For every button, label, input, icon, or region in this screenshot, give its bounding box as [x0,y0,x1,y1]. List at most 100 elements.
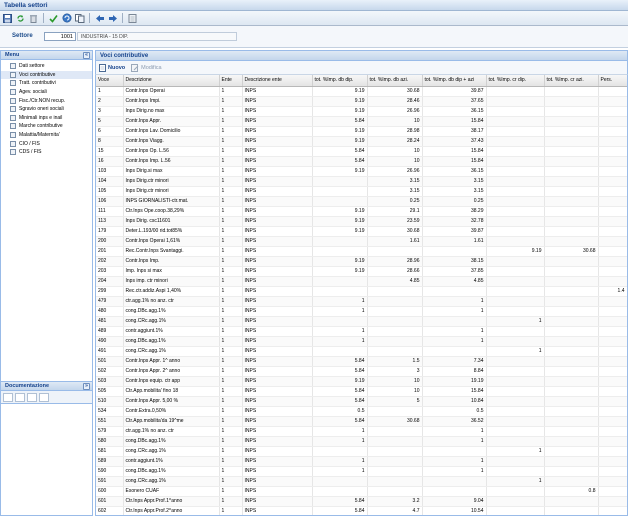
table-row[interactable]: 579 ctr.agg.1% no anz. ctr 1 INPS 1 1 [96,426,627,437]
column-header-tot-imp-db-dip[interactable]: tot. %Imp. db dip. [312,75,368,87]
table-row[interactable]: 505 Ctr.App.mobilita' fino 18 1 INPS 5.84 10 1… [96,386,627,397]
menu-item-cds-fis[interactable]: CDS / FIS [1,148,92,157]
table-row[interactable]: 111 Ctr.Inps Ope.coop.38,29% 1 INPS 9.19 29.1… [96,206,627,217]
menu-item-sgravio[interactable]: Sgravio oneri sociali [1,105,92,114]
copy-icon[interactable] [74,13,85,24]
cell-descrizione-ente: INPS [242,156,313,167]
cell-tot-imp-cr-dip [486,306,545,317]
menu-item-minimali[interactable]: Minimali inps e inail [1,114,92,123]
menu-item-marche[interactable]: Marche contributive [1,122,92,131]
column-header-pers[interactable]: Pers. [598,75,627,87]
table-row[interactable]: 204 Inps imp. ctr minori 1 INPS 4.85 4.85 [96,276,627,287]
column-header-descrizione-ente[interactable]: Descrizione ente [242,75,313,87]
collapse-icon[interactable]: « [83,52,90,59]
prev-icon[interactable] [94,13,105,24]
refresh-icon[interactable] [27,392,37,402]
menu-item-tratt-contributivi[interactable]: Tratt. contributivi [1,79,92,88]
print-icon[interactable] [127,13,138,24]
edit-button[interactable]: Modifica [131,63,162,72]
cell-tot-imp-cr-dip [486,456,545,467]
table-row[interactable]: 602 Ctr.Inps Appr.Prof.2^anno 1 INPS 5.84 4.7… [96,506,627,515]
cell-descrizione: Contr.Inps Impi. [123,96,220,107]
cell-tot-imp-cr-dip [486,486,545,497]
table-row[interactable]: 8 Contr.Inps Viagg. 1 INPS 9.19 28.24 37.43 [96,136,627,147]
table-row[interactable]: 15 Contr.Inps Op. L.56 1 INPS 5.84 10 15.84 [96,146,627,157]
table-row[interactable]: 113 Inps Dirig. csc11601 1 INPS 9.19 23.59 32.… [96,216,627,227]
column-header-descrizione[interactable]: Descrizione [123,75,220,87]
cell-voce: 505 [96,386,124,397]
settore-code-field[interactable]: 1001 [44,32,76,41]
table-row[interactable]: 105 Inps Dirig.ctr minori 1 INPS 3.15 3.15 [96,186,627,197]
table-row[interactable]: 480 cong.DBc.agg.1% 1 INPS 1 1 [96,306,627,317]
column-header-tot-imp-cr-dip[interactable]: tot. %Imp. cr dip. [486,75,545,87]
cell-pers [598,466,627,477]
cell-tot-imp-cr-dip [486,376,545,387]
table-row[interactable]: 490 cong.DBc.agg.1% 1 INPS 1 1 [96,336,627,347]
table-row[interactable]: 590 cong.DBc.agg.1% 1 INPS 1 1 [96,466,627,477]
table-row[interactable]: 580 cong.DBc.agg.1% 1 INPS 1 1 [96,436,627,447]
cell-descrizione-ente: INPS [242,436,313,447]
table-row[interactable]: 299 Rec.ctr.addiz.Aspi 1,40% 1 INPS 1.4 [96,286,627,297]
table-row[interactable]: 200 Contr.Inps Operai 1,61% 1 INPS 1.61 1.61 [96,236,627,247]
table-row[interactable]: 106 INPS GIORNALISTI-ctr.mat. 1 INPS 0.25 0.2… [96,196,627,207]
table-row[interactable]: 503 Contr.Inps equip. ctr app 1 INPS 9.19 10 1… [96,376,627,387]
folder-icon[interactable] [39,392,49,402]
menu-item-dati-settore[interactable]: Dati settore [1,62,92,71]
table-row[interactable]: 201 Rec.Contr.Inps Svantaggi. 1 INPS 9.19 30.… [96,246,627,257]
table-row[interactable]: 104 Inps Dirig.ctr minori 1 INPS 3.15 3.15 [96,176,627,187]
table-row[interactable]: 481 cong.CRc.agg.1% 1 INPS 1 [96,316,627,327]
table-row[interactable]: 489 contr.aggiunt.1% 1 INPS 1 1 [96,326,627,337]
table-row[interactable]: 16 Contr.Inps Imp. L.56 1 INPS 5.84 10 15.84 [96,156,627,167]
delete-icon[interactable] [28,13,39,24]
reload-icon[interactable] [61,13,72,24]
table-row[interactable]: 491 cong.CRc.agg.1% 1 INPS 1 [96,346,627,357]
menu-item-label: Dati settore [19,63,45,70]
table-row[interactable]: 534 Contr.Extra.0,50% 1 INPS 0.5 0.5 [96,406,627,417]
table-row[interactable]: 203 Imp. Inps si max 1 INPS 9.19 28.66 37.85 [96,266,627,277]
column-header-voce[interactable]: Voce [96,75,124,87]
cell-descrizione-ente: INPS [242,126,313,137]
column-header-tot-imp-cr-azi[interactable]: tot. %Imp. cr azi. [544,75,599,87]
cell-tot-imp-cr-dip [486,206,545,217]
table-row[interactable]: 3 Inps Dirig.no max 1 INPS 9.19 26.96 36.15 [96,106,627,117]
refresh-icon[interactable] [15,13,26,24]
table-row[interactable]: 6 Contr.Inps Lav. Domicilio 1 INPS 9.19 28.98… [96,126,627,137]
attach-icon[interactable] [3,392,13,402]
new-button[interactable]: Nuovo [99,63,125,72]
cell-tot-imp-db-azi [367,286,423,297]
column-header-ente[interactable]: Ente [219,75,243,87]
collapse-icon[interactable]: » [83,383,90,390]
table-row[interactable]: 502 Contr.Inps Appr. 2^ anno 1 INPS 5.84 3 8.8… [96,366,627,377]
confirm-icon[interactable] [48,13,59,24]
menu-item-cio-fis[interactable]: CIO / FIS [1,139,92,148]
table-row[interactable]: 103 Inps Dirig.si max 1 INPS 9.19 26.96 36.15 [96,166,627,177]
table-row[interactable]: 601 Ctr.Inps Appr.Prof.1^anno 1 INPS 5.84 3.2… [96,496,627,507]
table-row[interactable]: 591 cong.CRc.agg.1% 1 INPS 1 [96,476,627,487]
table-row[interactable]: 5 Contr.Inps Appr. 1 INPS 5.84 10 15.84 [96,116,627,127]
view-icon[interactable] [15,392,25,402]
cell-descrizione: Contr.Inps Op. L.56 [123,146,220,157]
cell-tot-imp-db-dip [312,476,368,487]
table-row[interactable]: 179 Deter.L.193/00 rid.tot85% 1 INPS 9.19 30.… [96,226,627,237]
table-row[interactable]: 510 Contr.Inps Appr. 5,00 % 1 INPS 5.84 5 10.8… [96,396,627,407]
table-row[interactable]: 581 cong.CRc.agg.1% 1 INPS 1 [96,446,627,457]
cell-tot-imp-cr-dip [486,366,545,377]
table-row[interactable]: 551 Ctr.App.mobilita'da 19^me 1 INPS 5.84 30.… [96,416,627,427]
cell-descrizione-ente: INPS [242,186,313,197]
next-icon[interactable] [107,13,118,24]
menu-item-fisc-ctr[interactable]: Fisc./Ctr.NON recup. [1,96,92,105]
column-header-tot-imp-db-dip-azi[interactable]: tot. %Imp. db dip + azi [422,75,487,87]
column-header-tot-imp-db-azi[interactable]: tot. %Imp. db azi. [367,75,423,87]
table-row[interactable]: 2 Contr.Inps Impi. 1 INPS 9.19 28.46 37.65 [96,96,627,107]
table-row[interactable]: 600 Esonero CUAF 1 INPS 0.8 [96,486,627,497]
table-row[interactable]: 1 Contr.Inps Operai 1 INPS 9.19 30.68 39.87 [96,86,627,97]
menu-item-malattia[interactable]: Malattia/Maternita' [1,131,92,140]
table-row[interactable]: 202 Contr.Inps Imp. 1 INPS 9.19 28.96 38.15 [96,256,627,267]
menu-item-agev-sociali[interactable]: Agev. sociali [1,88,92,97]
menu-item-voci-contributive[interactable]: Voci contributive [1,70,92,80]
save-icon[interactable] [2,13,13,24]
table-row[interactable]: 589 contr.aggiunt.1% 1 INPS 1 1 [96,456,627,467]
table-row[interactable]: 479 ctr.agg.1% no anz. ctr 1 INPS 1 1 [96,296,627,307]
cell-tot-imp-cr-dip [486,116,545,127]
table-row[interactable]: 501 Contr.Inps Appr. 1^ anno 1 INPS 5.84 1.5 7… [96,356,627,367]
